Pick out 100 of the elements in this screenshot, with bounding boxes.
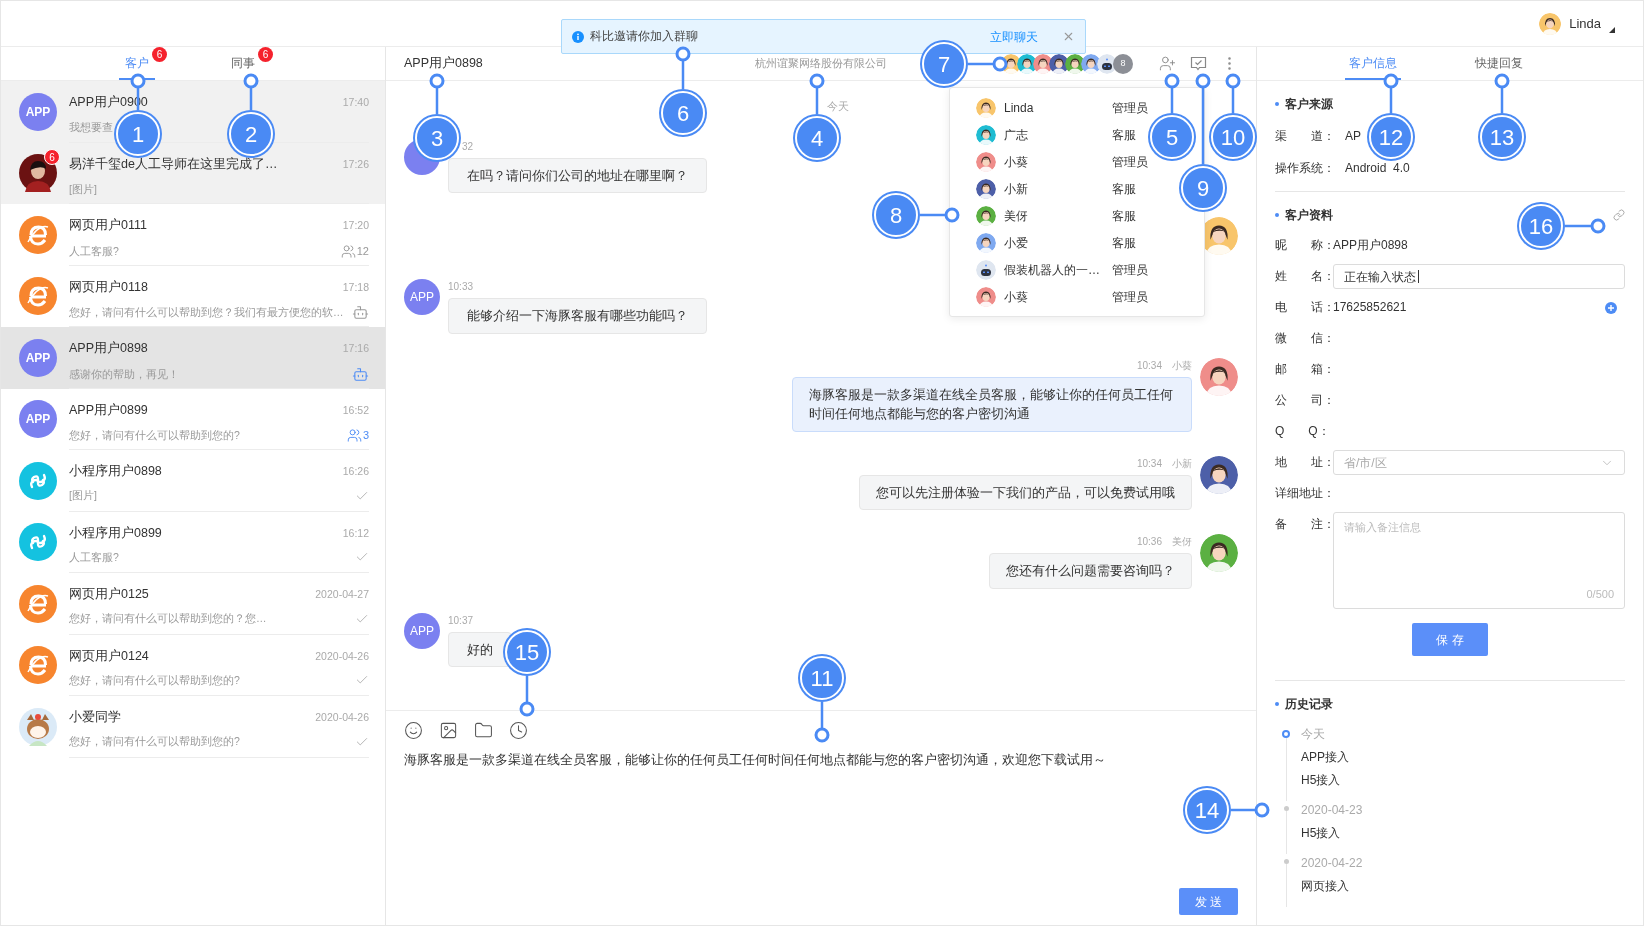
add-user-icon[interactable]: [1159, 55, 1176, 72]
tab-badge: 6: [258, 47, 273, 62]
message-time: 10:34: [1136, 456, 1162, 471]
message-time: 10:37: [448, 613, 474, 628]
message-time: 2020-04-26: [315, 648, 369, 664]
contact-name: 小程序用户0898: [69, 465, 162, 479]
contact-name: 小爱同学: [69, 711, 121, 725]
notice-text: 科比邀请你加入群聊: [590, 28, 699, 44]
member-role: 管理员: [1112, 288, 1148, 306]
history-date: 2020-04-22: [1301, 855, 1363, 872]
callout-number: 4: [795, 116, 839, 160]
field-label: 地 址：: [1275, 454, 1333, 471]
member-name[interactable]: 小葵: [1004, 287, 1104, 306]
message-bubble: 您可以先注册体验一下我们的产品，可以免费试用哦: [859, 474, 1192, 511]
message-preview: 人工客服?: [69, 244, 119, 258]
emoji-icon[interactable]: [404, 721, 423, 740]
link-icon[interactable]: [1613, 209, 1625, 221]
contact-name: APP用户0898: [69, 342, 148, 356]
history-entry: 网页接入: [1301, 878, 1350, 895]
message-time: 17:18: [342, 279, 369, 295]
caret-icon[interactable]: [1609, 26, 1615, 33]
contact-name: 网页用户0118: [69, 280, 148, 294]
name-input[interactable]: 正在输入状态: [1333, 264, 1625, 289]
callout-number: 2: [229, 112, 273, 156]
notes-placeholder: 请输入备注信息: [1344, 520, 1422, 535]
add-icon[interactable]: [1605, 301, 1617, 314]
conversation-item[interactable]: 6 易洋千玺de人工导师在这里完成了… 17:26 [图片]: [1, 142, 385, 204]
field-label: 详细地址：: [1275, 485, 1333, 502]
history-date: 2020-04-23: [1301, 802, 1363, 819]
image-icon[interactable]: [439, 721, 458, 740]
link-avatar-icon: [19, 523, 57, 562]
message-bubble: 海豚客服是一款多渠道在线全员客服，能够让你的任何员工任何时间任何地点都能与您的客户密切沟通: [792, 376, 1192, 432]
sender-name: 小葵: [1172, 358, 1192, 373]
callout-number: 6: [661, 91, 705, 135]
list-tab[interactable]: 同事: [225, 47, 261, 80]
message-preview: [图片]: [69, 489, 97, 503]
callout-number: 5: [1150, 115, 1194, 159]
group-icon: [346, 428, 362, 443]
message-bubble: 在吗？请问你们公司的地址在哪里啊？: [448, 157, 707, 194]
chat-title: APP用户0898: [404, 55, 484, 73]
message-time: 2020-04-27: [315, 587, 369, 602]
message-time: 10:33: [448, 280, 474, 295]
callout-number: 13: [1480, 115, 1524, 159]
contact-name: 网页用户0124: [69, 649, 149, 663]
browser-avatar-icon: [19, 215, 57, 254]
message-preview: 您好，请问有什么可以帮助到您的？您…: [69, 612, 267, 626]
conversation-item[interactable]: APP APP用户0898 17:16 感谢你的帮助，再见！: [1, 327, 385, 389]
browser-avatar-icon: [19, 584, 57, 623]
cartoon-avatar: [19, 707, 57, 746]
member-name[interactable]: 广志: [1004, 125, 1104, 144]
callout-number: 12: [1369, 115, 1413, 159]
member-name[interactable]: 假装机器人的一…: [1004, 260, 1104, 279]
folder-icon[interactable]: [474, 721, 493, 740]
clock-icon[interactable]: [509, 721, 528, 740]
app-avatar: APP: [404, 279, 440, 316]
message-preview: 感谢你的帮助，再见！: [69, 367, 179, 381]
message-preview: [图片]: [69, 182, 97, 196]
member-role: 客服: [1112, 126, 1136, 144]
message-preview: 您好，请问有什么可以帮助到您的?: [69, 735, 240, 749]
panel-tab[interactable]: 快捷回复: [1471, 47, 1527, 80]
photo-avatar: [19, 154, 57, 193]
member-name[interactable]: 小葵: [1004, 152, 1104, 171]
history-entry: APP接入: [1301, 749, 1349, 766]
callout-number: 11: [800, 656, 844, 700]
field-label: 微 信：: [1275, 330, 1333, 347]
app-avatar: APP: [19, 400, 57, 439]
member-name[interactable]: 小爱: [1004, 233, 1104, 252]
contact-name: 易洋千玺de人工导师在这里完成了…: [69, 157, 278, 171]
member-role: 客服: [1112, 234, 1136, 252]
browser-avatar-icon: [19, 646, 57, 685]
field-value: AP: [1345, 128, 1361, 145]
member-count: 3: [362, 428, 369, 444]
message-bubble: 能够介绍一下海豚客服有哪些功能吗？: [448, 298, 707, 334]
member-name[interactable]: Linda: [1004, 98, 1104, 117]
member-name[interactable]: 小新: [1004, 179, 1104, 198]
contact-name: 网页用户0111: [69, 219, 147, 233]
field-label: Q Q：: [1275, 423, 1331, 440]
user-name[interactable]: Linda: [1569, 13, 1601, 34]
field-value: APP用户0898: [1333, 237, 1408, 254]
section-title: 客户资料: [1285, 207, 1333, 224]
browser-avatar-icon: [19, 277, 57, 316]
field-label: 渠 道：: [1275, 128, 1336, 145]
message-preview: 我想要查: [69, 121, 113, 135]
message-preview: 您好，请问有什么可以帮助到您的?: [69, 673, 240, 687]
callout-number: 16: [1519, 204, 1563, 248]
app-avatar: APP: [19, 92, 57, 131]
unread-badge: 6: [44, 149, 60, 166]
message-preview: 您好，请问有什么可以帮助到您的?: [69, 429, 240, 442]
sender-name: 小新: [1172, 456, 1192, 471]
message-preview: 人工客服?: [69, 550, 119, 564]
message-input[interactable]: 海豚客服是一款多渠道在线全员客服，能够让你的任何员工任何时间任何地点都能与您的客户密切沟通，欢迎您下载试用～: [404, 750, 1106, 770]
history-entry: H5接入: [1301, 772, 1342, 789]
section-title: 历史记录: [1285, 696, 1333, 713]
member-role: 管理员: [1112, 261, 1148, 279]
message-time: 10:36: [1136, 535, 1162, 550]
history-entry: H5接入: [1301, 825, 1342, 842]
callout-number: 7: [922, 42, 966, 86]
member-name[interactable]: 美伢: [1004, 206, 1104, 225]
chat-check-icon[interactable]: [1190, 55, 1207, 72]
close-icon[interactable]: [1062, 30, 1075, 43]
